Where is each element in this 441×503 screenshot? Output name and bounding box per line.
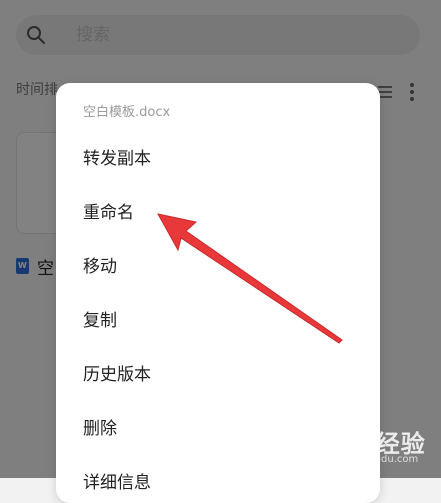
menu-title: 空白模板.docx — [83, 105, 171, 120]
menu-item-history[interactable]: 历史版本 — [83, 364, 151, 386]
menu-item-move[interactable]: 移动 — [83, 256, 117, 278]
menu-item-forward-copy[interactable]: 转发副本 — [83, 148, 151, 170]
menu-item-rename[interactable]: 重命名 — [83, 202, 134, 224]
watermark: Bai经验 jingyan.baidu.com — [318, 422, 436, 470]
menu-item-delete[interactable]: 删除 — [83, 418, 117, 440]
watermark-url: jingyan.baidu.com — [326, 454, 419, 465]
menu-item-copy[interactable]: 复制 — [83, 310, 117, 332]
menu-item-details[interactable]: 详细信息 — [83, 472, 151, 494]
